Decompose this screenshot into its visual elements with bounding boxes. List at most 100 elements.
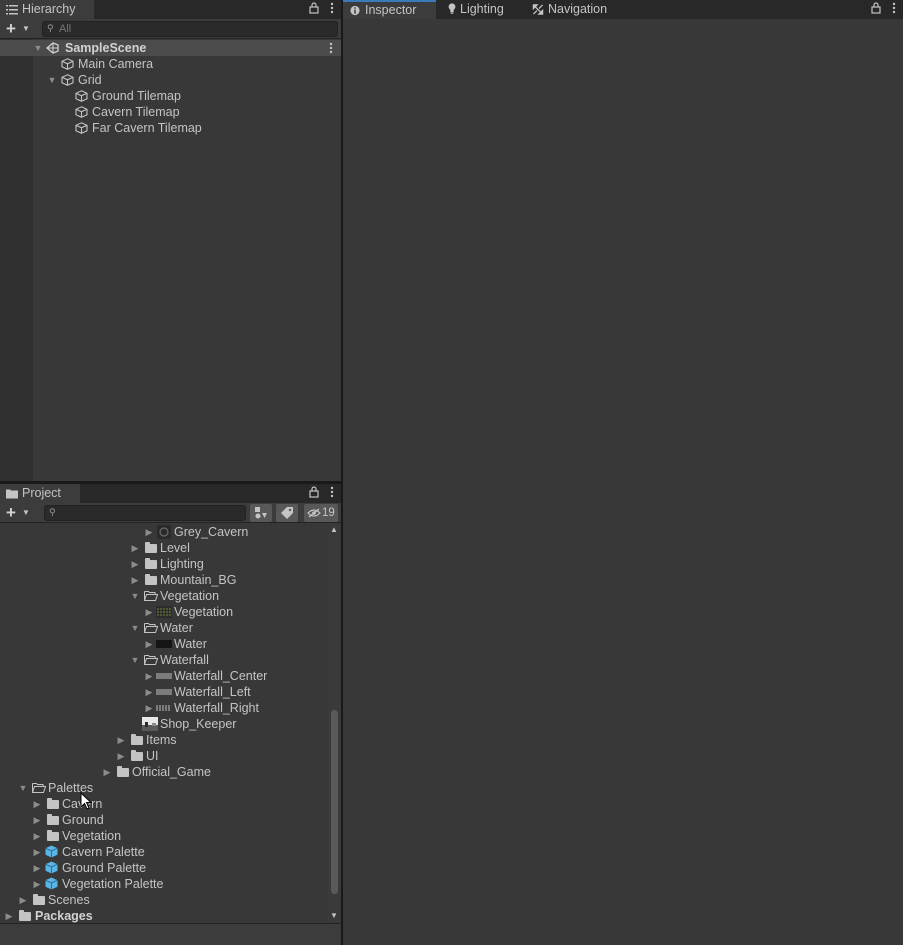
expand-arrow-icon[interactable]: ▶ — [130, 556, 140, 572]
hierarchy-item-main-camera[interactable]: Main Camera — [0, 56, 341, 72]
expand-arrow-icon[interactable]: ▶ — [144, 524, 154, 540]
expand-arrow-icon[interactable]: ▶ — [32, 796, 42, 812]
project-item-ground-palette[interactable]: ▶ Ground Palette — [0, 860, 341, 876]
project-item-palettes[interactable]: ▼ Palettes — [0, 780, 341, 796]
collapse-arrow-icon[interactable]: ▼ — [130, 620, 140, 636]
vegetation-sprite-icon — [156, 606, 172, 618]
tab-inspector[interactable]: Inspector — [343, 0, 436, 19]
project-item-label: Water — [174, 637, 207, 651]
expand-arrow-icon[interactable]: ▶ — [116, 732, 126, 748]
lock-icon[interactable] — [309, 2, 319, 17]
expand-arrow-icon[interactable]: ▶ — [32, 844, 42, 860]
project-item-waterfall-left[interactable]: ▶ Waterfall_Left — [0, 684, 341, 700]
hierarchy-item-far-cavern-tilemap[interactable]: Far Cavern Tilemap — [0, 120, 341, 136]
more-options-icon[interactable] — [889, 2, 899, 17]
more-options-icon[interactable] — [327, 2, 337, 17]
project-item-vegetation-palette-folder[interactable]: ▶ Vegetation — [0, 828, 341, 844]
expand-arrow-icon[interactable]: ▶ — [144, 700, 154, 716]
expand-arrow-icon[interactable]: ▶ — [32, 828, 42, 844]
project-item-shop-keeper[interactable]: Shop_Keeper — [0, 716, 341, 732]
expand-arrow-icon[interactable]: ▼ — [47, 72, 57, 88]
expand-arrow-icon[interactable]: ▶ — [116, 748, 126, 764]
hidden-packages-toggle[interactable]: 19 — [304, 504, 338, 522]
expand-arrow-icon[interactable]: ▶ — [130, 540, 140, 556]
tab-lighting[interactable]: Lighting — [438, 0, 520, 19]
expand-arrow-icon[interactable]: ▶ — [4, 908, 14, 924]
expand-arrow-icon[interactable]: ▶ — [18, 892, 28, 908]
project-item-grey-cavern[interactable]: ▶ Grey_Cavern — [0, 524, 341, 540]
project-search-input[interactable] — [61, 506, 241, 520]
tab-project[interactable]: Project — [0, 484, 80, 503]
expand-arrow-icon[interactable]: ▶ — [102, 764, 112, 780]
expand-arrow-icon[interactable]: ▶ — [32, 860, 42, 876]
project-item-ui[interactable]: ▶ UI — [0, 748, 341, 764]
hierarchy-item-ground-tilemap[interactable]: Ground Tilemap — [0, 88, 341, 104]
search-by-type-button[interactable] — [250, 504, 272, 522]
expand-arrow-icon[interactable]: ▶ — [32, 876, 42, 892]
collapse-arrow-icon[interactable]: ▼ — [130, 588, 140, 604]
folder-icon — [131, 750, 143, 761]
tab-navigation[interactable]: Navigation — [526, 0, 621, 19]
hierarchy-panel: Hierarchy + ▼ ⚲ ▼ SampleScene Main Camer… — [0, 0, 341, 481]
hierarchy-search[interactable]: ⚲ — [42, 21, 338, 37]
project-item-official-game[interactable]: ▶ Official_Game — [0, 764, 341, 780]
hierarchy-item-samplescene[interactable]: ▼ SampleScene — [0, 40, 341, 56]
more-options-icon[interactable] — [327, 486, 337, 501]
project-item-items[interactable]: ▶ Items — [0, 732, 341, 748]
project-item-label: Waterfall_Right — [174, 701, 259, 715]
create-plus-icon[interactable]: + — [6, 20, 16, 37]
collapse-arrow-icon[interactable]: ▼ — [18, 780, 28, 796]
expand-arrow-icon[interactable]: ▶ — [32, 812, 42, 828]
project-item-label: Vegetation — [160, 589, 220, 603]
project-item-ground-folder[interactable]: ▶ Ground — [0, 812, 341, 828]
lock-icon[interactable] — [871, 2, 881, 17]
project-item-water-sprite[interactable]: ▶ Water — [0, 636, 341, 652]
project-item-scenes[interactable]: ▶ Scenes — [0, 892, 341, 908]
lock-icon[interactable] — [309, 486, 319, 501]
dropdown-arrow-icon[interactable]: ▼ — [22, 505, 30, 521]
expand-arrow-icon[interactable]: ▼ — [33, 40, 43, 56]
expand-arrow-icon[interactable]: ▶ — [144, 604, 154, 620]
hidden-count: 19 — [322, 507, 335, 519]
folder-icon — [145, 574, 157, 585]
tab-lighting-label: Lighting — [460, 2, 504, 16]
project-item-cavern-folder[interactable]: ▶ Cavern — [0, 796, 341, 812]
folder-icon — [6, 489, 18, 499]
project-item-lighting[interactable]: ▶ Lighting — [0, 556, 341, 572]
gameobject-cube-icon — [61, 58, 74, 70]
project-item-label: Packages — [35, 909, 93, 923]
create-plus-icon[interactable]: + — [6, 504, 16, 521]
expand-arrow-icon[interactable]: ▶ — [144, 636, 154, 652]
collapse-arrow-icon[interactable]: ▼ — [130, 652, 140, 668]
project-item-packages[interactable]: ▶ Packages — [0, 908, 341, 924]
project-item-waterfall-center[interactable]: ▶ Waterfall_Center — [0, 668, 341, 684]
dropdown-arrow-icon[interactable]: ▼ — [22, 21, 30, 37]
unity-scene-icon — [46, 42, 59, 54]
expand-arrow-icon[interactable]: ▶ — [144, 668, 154, 684]
project-item-vegetation-palette[interactable]: ▶ Vegetation Palette — [0, 876, 341, 892]
project-item-level[interactable]: ▶ Level — [0, 540, 341, 556]
expand-arrow-icon[interactable]: ▶ — [144, 684, 154, 700]
hierarchy-item-grid[interactable]: ▼ Grid — [0, 72, 341, 88]
search-by-label-button[interactable] — [276, 504, 298, 522]
hierarchy-search-input[interactable] — [59, 22, 333, 36]
project-item-label: Grey_Cavern — [174, 525, 249, 539]
scrollbar-thumb[interactable] — [331, 710, 338, 894]
tab-hierarchy[interactable]: Hierarchy — [0, 0, 94, 19]
project-item-vegetation-sprite[interactable]: ▶ Vegetation — [0, 604, 341, 620]
project-item-vegetation-folder[interactable]: ▼ Vegetation — [0, 588, 341, 604]
project-item-mountain-bg[interactable]: ▶ Mountain_BG — [0, 572, 341, 588]
hierarchy-tab-bar: Hierarchy — [0, 0, 341, 19]
scroll-down-arrow-icon[interactable]: ▼ — [330, 911, 338, 920]
project-item-water-folder[interactable]: ▼ Water — [0, 620, 341, 636]
project-item-waterfall-right[interactable]: ▶ Waterfall_Right — [0, 700, 341, 716]
project-item-waterfall-folder[interactable]: ▼ Waterfall — [0, 652, 341, 668]
project-item-cavern-palette[interactable]: ▶ Cavern Palette — [0, 844, 341, 860]
shopkeeper-sprite-icon — [142, 717, 158, 731]
waterfall-sprite-icon — [156, 689, 172, 695]
scroll-up-arrow-icon[interactable]: ▲ — [330, 525, 338, 534]
project-search[interactable]: ⚲ — [44, 505, 246, 521]
expand-arrow-icon[interactable]: ▶ — [130, 572, 140, 588]
hierarchy-item-cavern-tilemap[interactable]: Cavern Tilemap — [0, 104, 341, 120]
project-scrollbar[interactable]: ▲ ▼ — [328, 524, 341, 921]
